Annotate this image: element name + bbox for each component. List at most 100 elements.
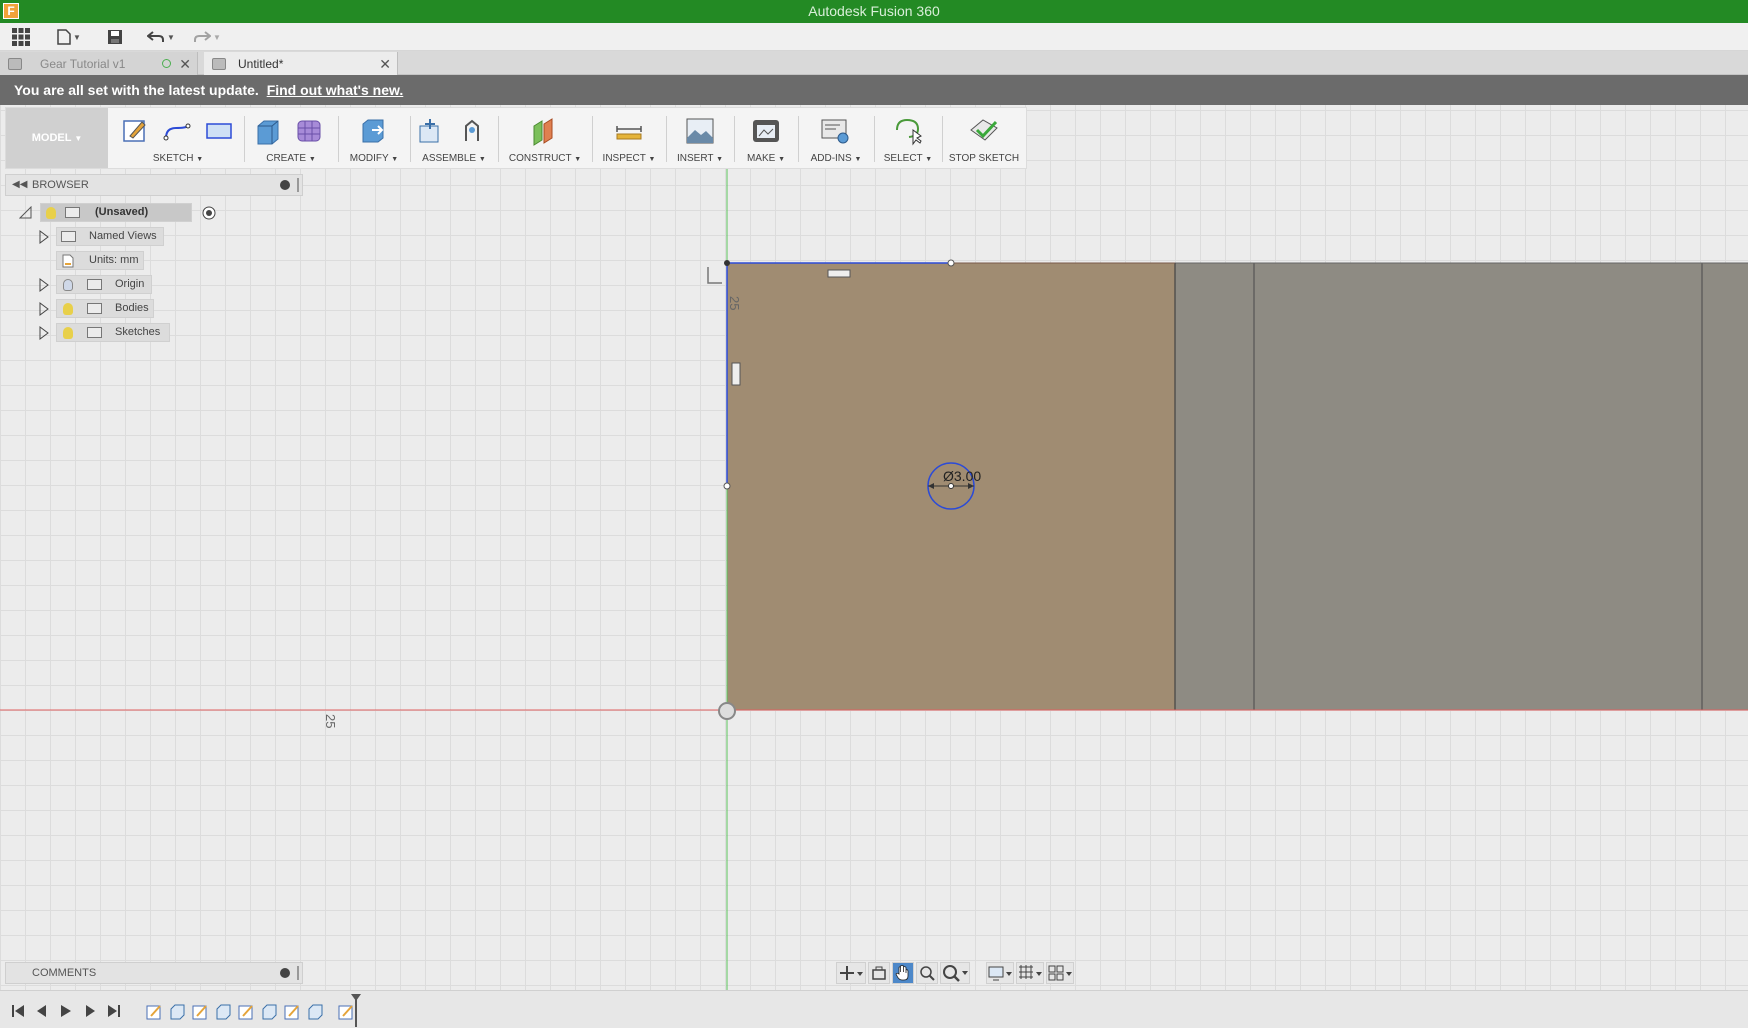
tree-item-label: Origin xyxy=(115,278,145,290)
toolbar-separator xyxy=(592,116,593,162)
timeline-sketch-icon[interactable] xyxy=(192,1003,209,1020)
stop-sketch-button[interactable]: STOP SKETCH xyxy=(944,108,1024,168)
timeline-sketch-icon[interactable] xyxy=(284,1003,301,1020)
expand-triangle-icon[interactable] xyxy=(38,326,50,340)
folder-icon xyxy=(87,303,102,314)
zoom-window-button[interactable] xyxy=(916,962,938,984)
timeline-marker[interactable] xyxy=(350,993,362,1027)
app-grid-icon[interactable] xyxy=(10,27,32,47)
insert-group[interactable]: INSERT ▼ xyxy=(670,108,730,168)
tree-item-label: Bodies xyxy=(115,302,149,314)
zoom-button[interactable] xyxy=(940,962,970,984)
tree-item-label: Units: mm xyxy=(89,254,139,266)
minimize-icon[interactable] xyxy=(280,180,290,190)
modify-group[interactable]: MODIFY ▼ xyxy=(342,108,406,168)
save-icon xyxy=(108,30,122,44)
whats-new-link[interactable]: Find out what's new. xyxy=(267,82,404,98)
expand-triangle-icon[interactable] xyxy=(38,230,50,244)
tab-gear-tutorial[interactable]: Gear Tutorial v1 ✕ xyxy=(0,52,198,75)
workspace-switcher[interactable]: MODEL ▼ xyxy=(6,108,108,168)
horizontal-constraint-icon xyxy=(827,269,851,278)
comments-panel-header[interactable]: COMMENTS xyxy=(5,962,303,984)
addins-group[interactable]: ADD-INS ▼ xyxy=(802,108,870,168)
make-group[interactable]: MAKE ▼ xyxy=(738,108,794,168)
timeline-extrude-icon[interactable] xyxy=(307,1003,324,1020)
vertical-scale-label: 25 xyxy=(727,296,742,310)
construct-group[interactable]: CONSTRUCT ▼ xyxy=(502,108,588,168)
timeline-sketch-icon[interactable] xyxy=(146,1003,163,1020)
display-settings-button[interactable] xyxy=(986,962,1014,984)
activate-component-icon[interactable] xyxy=(202,206,216,220)
select-group[interactable]: SELECT ▼ xyxy=(878,108,938,168)
assemble-group[interactable]: ASSEMBLE ▼ xyxy=(414,108,494,168)
sketch-point xyxy=(724,260,730,266)
form-icon xyxy=(297,120,321,142)
model-canvas[interactable]: Ø3.00 25 25 xyxy=(0,105,1748,990)
step-forward-icon[interactable] xyxy=(82,1004,98,1018)
visibility-bulb-icon[interactable] xyxy=(63,303,73,315)
grid-settings-button[interactable] xyxy=(1016,962,1044,984)
measure-icon xyxy=(616,126,642,140)
file-menu-button[interactable]: ▼ xyxy=(54,27,84,47)
step-back-icon[interactable] xyxy=(34,1004,50,1018)
look-at-button[interactable] xyxy=(868,962,890,984)
addins-menu-label: ADD-INS xyxy=(810,153,852,164)
scripts-addins-icon xyxy=(821,119,849,144)
create-group[interactable]: CREATE ▼ xyxy=(248,108,334,168)
title-bar: F Autodesk Fusion 360 xyxy=(0,0,1748,23)
go-to-start-icon[interactable] xyxy=(10,1004,26,1018)
close-icon[interactable]: ✕ xyxy=(379,56,391,73)
sketch-point xyxy=(947,259,955,267)
display-settings-icon xyxy=(988,966,1012,981)
visibility-bulb-icon[interactable] xyxy=(63,279,73,291)
timeline-sketch-icon[interactable] xyxy=(238,1003,255,1020)
collapse-panel-icon[interactable]: ◀◀ xyxy=(12,175,27,195)
stop-sketch-label: STOP SKETCH xyxy=(948,153,1020,164)
visibility-bulb-icon[interactable] xyxy=(63,327,73,339)
zoom-icon xyxy=(943,965,968,982)
timeline-extrude-icon[interactable] xyxy=(215,1003,232,1020)
go-to-end-icon[interactable] xyxy=(106,1004,122,1018)
orbit-button[interactable] xyxy=(836,962,866,984)
expand-triangle-icon[interactable] xyxy=(38,278,50,292)
add-comment-icon[interactable] xyxy=(280,968,290,978)
panel-grip[interactable] xyxy=(297,966,299,980)
toolbar-separator xyxy=(942,116,943,162)
toolbar-separator xyxy=(874,116,875,162)
sketch-group[interactable]: SKETCH ▼ xyxy=(114,108,242,168)
document-icon xyxy=(8,57,22,70)
toolbar-separator xyxy=(798,116,799,162)
create-sketch-icon xyxy=(123,120,146,142)
tree-item-label: Sketches xyxy=(115,326,161,338)
toolbar-separator xyxy=(498,116,499,162)
expand-triangle-icon[interactable] xyxy=(38,302,50,316)
panel-grip[interactable] xyxy=(297,178,299,192)
document-tabs: Gear Tutorial v1 ✕ Untitled* ✕ xyxy=(0,51,1748,75)
folder-icon xyxy=(87,279,102,290)
folder-icon xyxy=(61,231,76,242)
diameter-dimension-text[interactable]: Ø3.00 xyxy=(943,468,981,484)
save-button[interactable] xyxy=(104,27,126,47)
origin-icon xyxy=(718,702,736,720)
construct-menu-label: CONSTRUCT xyxy=(508,153,572,164)
browser-panel-header[interactable]: ◀◀ BROWSER xyxy=(5,174,303,196)
timeline-extrude-icon[interactable] xyxy=(169,1003,186,1020)
play-icon[interactable] xyxy=(58,1004,74,1018)
new-component-icon xyxy=(419,119,439,143)
canvas-viewport[interactable]: Ø3.00 25 25 xyxy=(0,105,1748,990)
timeline-extrude-icon[interactable] xyxy=(261,1003,278,1020)
joint-icon xyxy=(465,119,479,141)
line-icon xyxy=(163,123,191,141)
collapse-triangle-icon[interactable] xyxy=(19,206,33,220)
undo-button[interactable]: ▼ xyxy=(144,27,178,47)
tab-untitled[interactable]: Untitled* ✕ xyxy=(204,52,398,75)
pan-hand-icon xyxy=(895,965,909,981)
create-menu-label: CREATE xyxy=(266,153,307,164)
viewports-button[interactable] xyxy=(1046,962,1074,984)
rectangle-icon xyxy=(206,123,232,139)
visibility-bulb-icon[interactable] xyxy=(46,207,56,219)
inspect-group[interactable]: INSPECT ▼ xyxy=(596,108,662,168)
pan-button[interactable] xyxy=(892,962,914,984)
close-icon[interactable]: ✕ xyxy=(179,56,191,73)
redo-button[interactable]: ▼ xyxy=(190,27,224,47)
